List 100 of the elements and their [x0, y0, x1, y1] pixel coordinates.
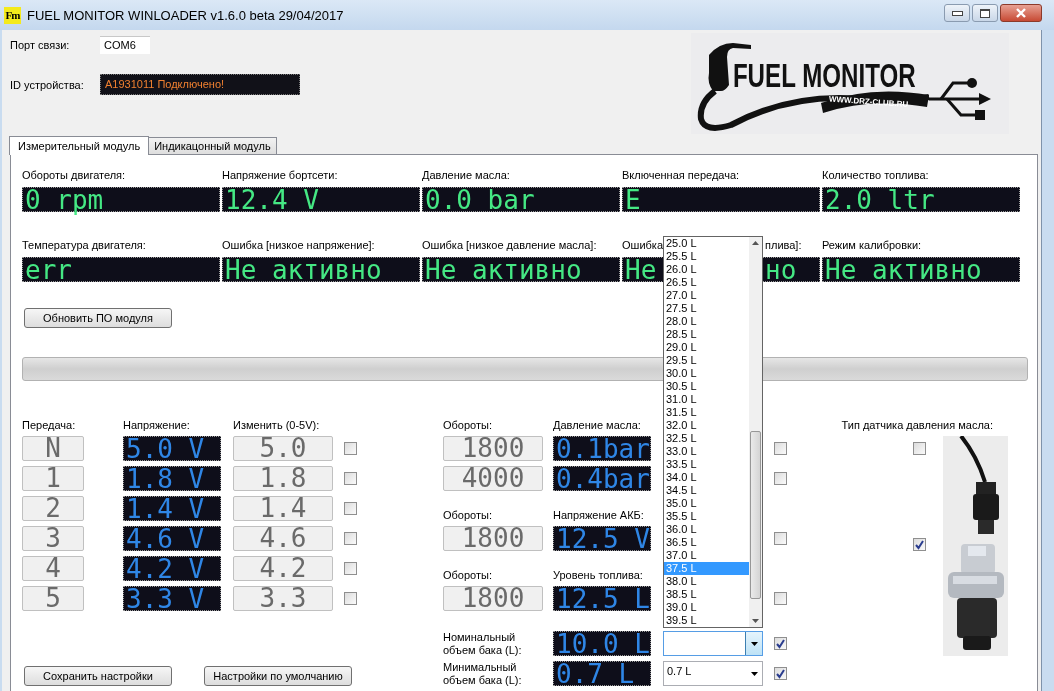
voltage-input[interactable]: 4.6: [233, 526, 333, 551]
usb-icon: [929, 78, 991, 120]
caret-icon: [750, 641, 758, 646]
dropdown-item[interactable]: 38.0 L: [664, 575, 749, 588]
checkbox[interactable]: [344, 472, 357, 485]
volume-display: 10.0 L: [553, 631, 651, 656]
voltage-input[interactable]: 5.0: [233, 436, 333, 461]
action-button[interactable]: Сохранить настройки: [24, 666, 172, 686]
voltage-input[interactable]: 1.4: [233, 496, 333, 521]
action-button[interactable]: Настройки по умолчанию: [204, 666, 352, 686]
voltage-display: 3.3 V: [123, 586, 221, 611]
dropdown-item[interactable]: 32.0 L: [664, 419, 749, 432]
dropdown-item[interactable]: 35.5 L: [664, 510, 749, 523]
app-logo: Fm: [4, 6, 21, 24]
dropdown-item[interactable]: 31.5 L: [664, 406, 749, 419]
dropdown-item[interactable]: 34.0 L: [664, 471, 749, 484]
rpm-field: 1800: [443, 526, 543, 551]
dropdown-item[interactable]: 29.5 L: [664, 354, 749, 367]
checkbox[interactable]: [344, 442, 357, 455]
reading-label: Режим калибровки:: [822, 239, 923, 253]
dropdown-item[interactable]: 34.5 L: [664, 484, 749, 497]
dropdown-item[interactable]: 39.5 L: [664, 614, 749, 627]
dropdown-item[interactable]: 31.0 L: [664, 393, 749, 406]
scroll-down-icon: [752, 619, 759, 623]
checkbox[interactable]: [774, 532, 787, 545]
port-field[interactable]: COM6: [100, 35, 150, 54]
dropdown-field[interactable]: [663, 631, 763, 656]
voltage-input[interactable]: 1.8: [233, 466, 333, 491]
reading-display: 0.0 bar: [422, 187, 620, 212]
checkbox[interactable]: [774, 637, 787, 650]
dropdown-item[interactable]: 30.0 L: [664, 367, 749, 380]
checkbox[interactable]: [913, 538, 926, 551]
device-id-field[interactable]: A1931011 Подключено!: [100, 74, 300, 95]
checkbox[interactable]: [913, 442, 926, 455]
voltage-display: 1.4 V: [123, 496, 221, 521]
logo-url: WWW.DRZ-CLUB.RU: [828, 94, 909, 109]
reading-label: Ошибка [низкое давление масла]:: [422, 239, 598, 253]
dropdown-item[interactable]: 38.5 L: [664, 588, 749, 601]
checkbox[interactable]: [344, 592, 357, 605]
checkbox[interactable]: [774, 667, 787, 680]
voltage-input[interactable]: 4.2: [233, 556, 333, 581]
reading-display: E: [622, 187, 820, 212]
column-header: Передача:: [22, 419, 77, 431]
dropdown-item[interactable]: 26.0 L: [664, 263, 749, 276]
voltage-display: 4.2 V: [123, 556, 221, 581]
checkbox[interactable]: [774, 472, 787, 485]
column-header: Давление масла:: [553, 419, 642, 431]
checkbox[interactable]: [344, 532, 357, 545]
column-header: Уровень топлива:: [553, 569, 644, 581]
dropdown-field[interactable]: 0.7 L: [663, 661, 763, 686]
dropdown-item[interactable]: 37.0 L: [664, 549, 749, 562]
scroll-up-icon: [752, 241, 759, 245]
column-header: Напряжение:: [123, 419, 191, 431]
dropdown-item[interactable]: 29.0 L: [664, 341, 749, 354]
voltage-input[interactable]: 3.3: [233, 586, 333, 611]
reading-label: Ошибка: [622, 239, 663, 251]
gear-field: 1: [22, 466, 84, 491]
dropdown-item[interactable]: 25.0 L: [664, 237, 749, 250]
update-button[interactable]: Обновить ПО модуля: [24, 308, 172, 328]
dropdown-item[interactable]: 33.0 L: [664, 445, 749, 458]
close-button[interactable]: [1000, 4, 1042, 22]
reading-display: 2.0 ltr: [822, 187, 1020, 212]
dropdown-item[interactable]: 39.0 L: [664, 601, 749, 614]
scrollbar[interactable]: [749, 237, 762, 627]
dropdown-item[interactable]: 30.5 L: [664, 380, 749, 393]
scrollbar-thumb[interactable]: [750, 431, 761, 599]
value-display: 0.4bar: [553, 466, 651, 491]
dropdown-item[interactable]: 28.0 L: [664, 315, 749, 328]
gear-field: N: [22, 436, 84, 461]
checkbox[interactable]: [774, 592, 787, 605]
dropdown-item[interactable]: 27.0 L: [664, 289, 749, 302]
minimize-button[interactable]: [944, 4, 970, 22]
dropdown-item[interactable]: 27.5 L: [664, 302, 749, 315]
port-label: Порт связи:: [10, 38, 71, 51]
dropdown-item[interactable]: 36.0 L: [664, 523, 749, 536]
dropdown-item[interactable]: 33.5 L: [664, 458, 749, 471]
checkbox[interactable]: [344, 502, 357, 515]
reading-label: Температура двигателя:: [22, 239, 147, 253]
column-header: Изменить (0-5V):: [233, 419, 321, 431]
maximize-button[interactable]: [972, 4, 998, 22]
checkbox[interactable]: [344, 562, 357, 575]
tab[interactable]: Индикацонный модуль: [148, 137, 277, 154]
tank-label: Минимальный объем бака (L):: [443, 661, 523, 687]
close-icon: [1015, 8, 1027, 18]
value-display: 12.5 V: [553, 526, 651, 551]
dropdown-item[interactable]: 28.5 L: [664, 328, 749, 341]
tab[interactable]: Измерительный модуль: [9, 136, 150, 155]
minimize-icon: [951, 10, 963, 16]
checkbox[interactable]: [774, 442, 787, 455]
reading-display: err: [22, 257, 220, 282]
window-title: FUEL MONITOR WINLOADER v1.6.0 beta 29/04/2017: [27, 7, 344, 23]
reading-display: Не активно: [822, 257, 1020, 282]
reading-label: Количество топлива:: [822, 169, 930, 183]
reading-label: Давление масла:: [422, 169, 511, 183]
gear-field: 2: [22, 496, 84, 521]
dropdown-item[interactable]: 35.0 L: [664, 497, 749, 510]
dropdown-item[interactable]: 36.5 L: [664, 536, 749, 549]
dropdown-item[interactable]: 32.5 L: [664, 432, 749, 445]
reading-display: 12.4 V: [222, 187, 420, 212]
reading-label: Включенная передача:: [622, 169, 741, 183]
